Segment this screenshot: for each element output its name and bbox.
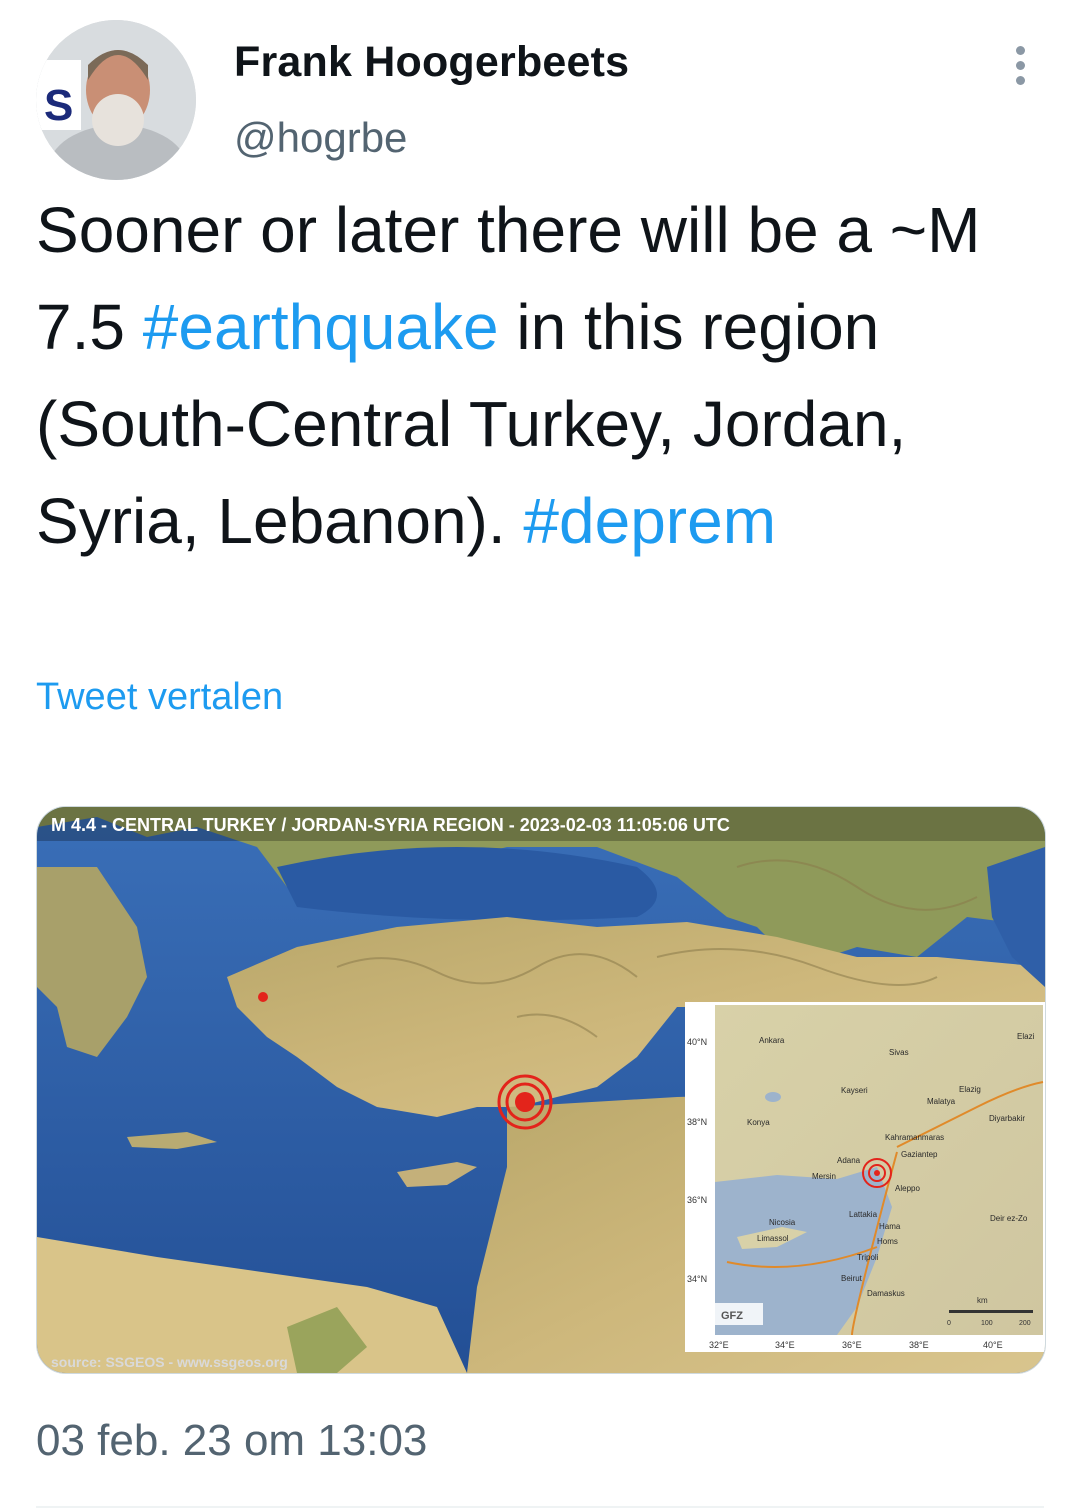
divider bbox=[36, 1506, 1044, 1508]
inset-scale-tick: 100 bbox=[981, 1320, 993, 1327]
inset-city-label: Elazi bbox=[1017, 1032, 1035, 1041]
inset-city-label: Nicosia bbox=[769, 1218, 796, 1227]
tweet-media-image[interactable]: M 4.4 - CENTRAL TURKEY / JORDAN-SYRIA RE… bbox=[36, 806, 1046, 1374]
inset-city-label: Adana bbox=[837, 1156, 861, 1165]
more-dot-icon bbox=[1015, 61, 1025, 70]
tweet-timestamp[interactable]: 03 feb. 23 om 13:03 bbox=[36, 1416, 427, 1466]
tweet-text: Sooner or later there will be a ~M 7.5 #… bbox=[36, 182, 1046, 570]
inset-city-label: Aleppo bbox=[895, 1184, 920, 1193]
more-dot-icon bbox=[1015, 46, 1025, 55]
inset-lat-label: 40°N bbox=[687, 1037, 707, 1047]
inset-scale-unit: km bbox=[977, 1296, 988, 1305]
inset-city-label: Limassol bbox=[757, 1234, 789, 1243]
inset-lon-label: 40°E bbox=[983, 1340, 1003, 1350]
inset-city-label: Damaskus bbox=[867, 1289, 905, 1298]
translate-tweet-link[interactable]: Tweet vertalen bbox=[36, 676, 283, 719]
inset-scale-tick: 0 bbox=[947, 1320, 951, 1327]
inset-lon-label: 32°E bbox=[709, 1340, 729, 1350]
inset-city-label: Tripoli bbox=[857, 1253, 879, 1262]
avatar[interactable]: S bbox=[36, 20, 196, 180]
avatar-image: S bbox=[36, 20, 196, 180]
inset-city-label: Kahramanmaras bbox=[885, 1133, 944, 1142]
map-source-label: source: SSGEOS - www.ssgeos.org bbox=[51, 1354, 288, 1370]
inset-city-label: Ankara bbox=[759, 1036, 785, 1045]
epicenter-marker bbox=[497, 1074, 553, 1130]
author-name[interactable]: Frank Hoogerbeets bbox=[234, 38, 629, 87]
inset-city-label: Mersin bbox=[812, 1172, 836, 1181]
inset-lon-label: 36°E bbox=[842, 1340, 862, 1350]
hashtag-link[interactable]: #deprem bbox=[523, 485, 776, 557]
inset-city-label: Gaziantep bbox=[901, 1150, 938, 1159]
inset-city-label: Homs bbox=[877, 1237, 898, 1246]
inset-lon-label: 38°E bbox=[909, 1340, 929, 1350]
inset-map: 40°N 38°N 36°N 34°N 32°E 34°E 36°E 38°E … bbox=[685, 1002, 1045, 1352]
inset-city-label: Elazig bbox=[959, 1085, 981, 1094]
hashtag-link[interactable]: #earthquake bbox=[143, 291, 499, 363]
earthquake-map: M 4.4 - CENTRAL TURKEY / JORDAN-SYRIA RE… bbox=[37, 807, 1045, 1373]
inset-lat-label: 36°N bbox=[687, 1195, 707, 1205]
inset-city-label: Malatya bbox=[927, 1097, 956, 1106]
inset-city-label: Lattakia bbox=[849, 1210, 878, 1219]
inset-city-label: Beirut bbox=[841, 1274, 863, 1283]
inset-city-label: Sivas bbox=[889, 1048, 909, 1057]
more-options-button[interactable] bbox=[1000, 40, 1040, 96]
inset-city-label: Konya bbox=[747, 1118, 770, 1127]
avatar-letter: S bbox=[44, 81, 73, 130]
inset-scale-tick: 200 bbox=[1019, 1320, 1031, 1327]
author-handle[interactable]: @hogrbe bbox=[234, 114, 407, 162]
inset-lat-label: 34°N bbox=[687, 1274, 707, 1284]
inset-lat-label: 38°N bbox=[687, 1117, 707, 1127]
more-dot-icon bbox=[1015, 76, 1025, 85]
gfz-logo: GFZ bbox=[721, 1310, 743, 1322]
inset-lon-label: 34°E bbox=[775, 1340, 795, 1350]
map-title: M 4.4 - CENTRAL TURKEY / JORDAN-SYRIA RE… bbox=[51, 815, 730, 835]
inset-city-label: Diyarbakir bbox=[989, 1114, 1025, 1123]
inset-city-label: Hama bbox=[879, 1222, 901, 1231]
inset-city-label: Kayseri bbox=[841, 1086, 868, 1095]
inset-city-label: Deir ez-Zo bbox=[990, 1214, 1028, 1223]
